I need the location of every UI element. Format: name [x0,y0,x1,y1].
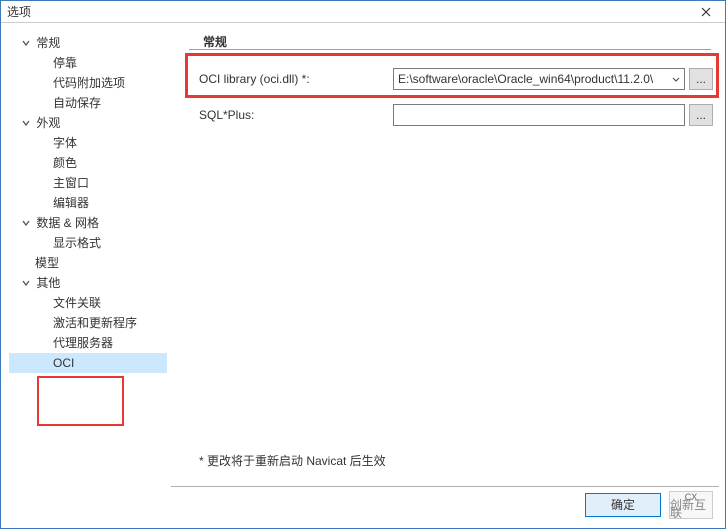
oci-library-select[interactable]: E:\software\oracle\Oracle_win64\product\… [393,68,685,90]
tree-item-editor[interactable]: 编辑器 [9,193,167,213]
titlebar: 选项 [1,1,725,23]
row-sqlplus: SQL*Plus: ... [171,104,725,126]
tree-item-appearance[interactable]: 外观 [9,113,167,133]
tree-item-other[interactable]: 其他 [9,273,167,293]
ok-button[interactable]: 确定 [585,493,661,517]
nav-tree: 常规 停靠 代码附加选项 自动保存 外观 字体 颜色 主窗口 编辑器 数据 & … [9,33,167,373]
window-title: 选项 [7,3,691,20]
sqlplus-label: SQL*Plus: [199,108,389,122]
chevron-down-icon [19,113,33,133]
tree-panel: 常规 停靠 代码附加选项 自动保存 外观 字体 颜色 主窗口 编辑器 数据 & … [1,23,171,485]
tree-item-font[interactable]: 字体 [9,133,167,153]
tree-item-activation[interactable]: 激活和更新程序 [9,313,167,333]
body: 常规 停靠 代码附加选项 自动保存 外观 字体 颜色 主窗口 编辑器 数据 & … [1,23,725,485]
section-divider [189,49,711,50]
tree-item-code-addon[interactable]: 代码附加选项 [9,73,167,93]
oci-library-label: OCI library (oci.dll) *: [199,72,389,86]
section-header: 常规 [171,33,725,50]
tree-item-oci[interactable]: OCI [9,353,167,373]
chevron-down-icon [672,72,680,86]
chevron-down-icon [19,33,33,53]
tree-item-displayformat[interactable]: 显示格式 [9,233,167,253]
watermark-logo: CX 创新互联 [669,491,713,519]
close-icon [701,7,711,17]
close-button[interactable] [691,1,721,23]
tree-item-mainwindow[interactable]: 主窗口 [9,173,167,193]
tree-item-datagrid[interactable]: 数据 & 网格 [9,213,167,233]
main-panel: 常规 OCI library (oci.dll) *: E:\software\… [171,23,725,485]
sqlplus-browse-button[interactable]: ... [689,104,713,126]
tree-item-dock[interactable]: 停靠 [9,53,167,73]
tree-item-proxy[interactable]: 代理服务器 [9,333,167,353]
footer: 确定 CX 创新互联 [171,486,719,522]
row-oci-library: OCI library (oci.dll) *: E:\software\ora… [171,68,725,90]
tree-item-color[interactable]: 颜色 [9,153,167,173]
restart-footnote: * 更改将于重新启动 Navicat 后生效 [199,452,386,469]
oci-browse-button[interactable]: ... [689,68,713,90]
tree-item-fileassoc[interactable]: 文件关联 [9,293,167,313]
chevron-down-icon [19,213,33,233]
tree-item-general[interactable]: 常规 [9,33,167,53]
oci-library-value: E:\software\oracle\Oracle_win64\product\… [398,72,653,86]
sqlplus-input[interactable] [393,104,685,126]
tree-item-model[interactable]: 模型 [9,253,167,273]
chevron-down-icon [19,273,33,293]
tree-item-autosave[interactable]: 自动保存 [9,93,167,113]
